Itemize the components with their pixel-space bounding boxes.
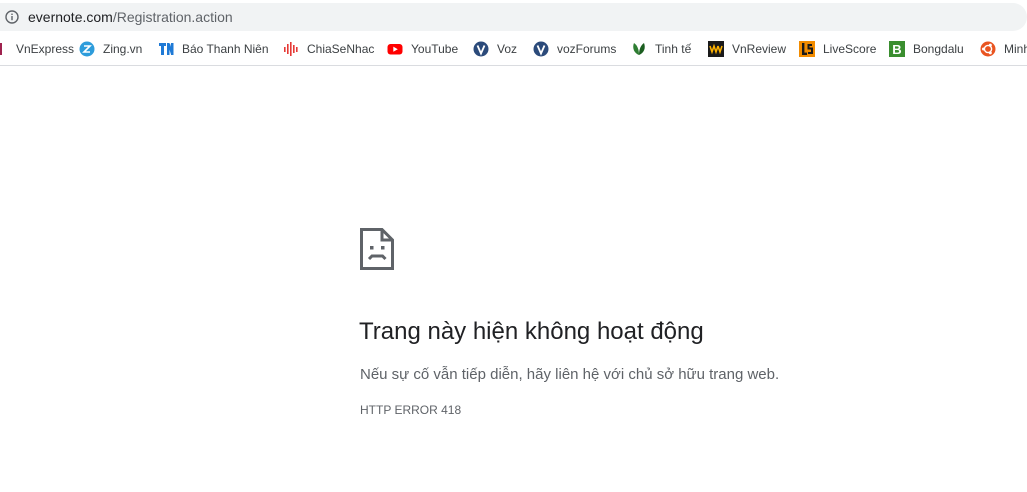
bookmark-label: VnExpress: [16, 42, 75, 56]
vozforums-icon: [533, 41, 549, 57]
browser-window: evernote.com/Registration.action VnExpre…: [0, 0, 1027, 492]
bookmark-livescore[interactable]: LiveScore: [799, 33, 876, 65]
vnexpress-icon: [0, 41, 8, 57]
bookmark-vnreview[interactable]: VnReview: [708, 33, 786, 65]
bookmark-voz[interactable]: Voz: [473, 33, 517, 65]
url-text[interactable]: evernote.com/Registration.action: [28, 9, 233, 25]
bookmark-label: YouTube: [411, 42, 459, 56]
thanhnien-icon: [158, 41, 174, 57]
bookmark-tinhte[interactable]: Tinh tế: [631, 33, 691, 65]
bookmark-vnexpress[interactable]: VnExpress: [0, 33, 74, 65]
omnibox[interactable]: evernote.com/Registration.action: [0, 3, 1027, 31]
bookmark-ubuntu[interactable]: Minh: [980, 33, 1027, 65]
bookmark-label: Báo Thanh Niên: [182, 42, 269, 56]
voz-icon: [473, 41, 489, 57]
url-path: /Registration.action: [112, 9, 233, 25]
bookmark-zing[interactable]: Zing.vn: [79, 33, 142, 65]
bookmark-label: Voz: [497, 42, 518, 56]
bookmark-label: vozForums: [557, 42, 617, 56]
bookmark-label: Minh: [1004, 42, 1027, 56]
ubuntu-icon: [980, 41, 996, 57]
url-host: evernote.com: [28, 9, 113, 25]
bookmark-youtube[interactable]: YouTube: [387, 33, 458, 65]
bookmarks-bar: VnExpress Zing.vn Báo Thanh Niên ChiaSeN…: [0, 33, 1027, 66]
bookmark-thanhnien[interactable]: Báo Thanh Niên: [158, 33, 269, 65]
bongdalu-icon: B: [889, 41, 905, 57]
bookmark-bongdalu[interactable]: B Bongdalu: [889, 33, 964, 65]
error-code: HTTP ERROR 418: [360, 403, 462, 417]
bookmark-label: Zing.vn: [103, 42, 143, 56]
error-message: Nếu sự cố vẫn tiếp diễn, hãy liên hệ với…: [360, 366, 780, 383]
svg-text:B: B: [892, 42, 901, 57]
address-bar: evernote.com/Registration.action: [0, 0, 1027, 33]
vnreview-icon: [708, 41, 724, 57]
bookmark-label: VnReview: [732, 42, 787, 56]
bookmark-label: LiveScore: [823, 42, 877, 56]
info-icon[interactable]: [5, 10, 19, 24]
livescore-icon: [799, 41, 815, 57]
chiasenhac-icon: [283, 41, 299, 57]
sad-page-icon: [360, 228, 394, 270]
youtube-icon: [387, 41, 403, 57]
error-title: Trang này hiện không hoạt động: [359, 318, 704, 345]
bookmark-label: Tinh tế: [655, 42, 692, 56]
bookmark-chiasenhac[interactable]: ChiaSeNhac: [283, 33, 374, 65]
zing-icon: [79, 41, 95, 57]
tinhte-icon: [631, 41, 647, 57]
bookmark-vozforums[interactable]: vozForums: [533, 33, 616, 65]
bookmark-label: Bongdalu: [913, 42, 964, 56]
bookmark-label: ChiaSeNhac: [307, 42, 375, 56]
